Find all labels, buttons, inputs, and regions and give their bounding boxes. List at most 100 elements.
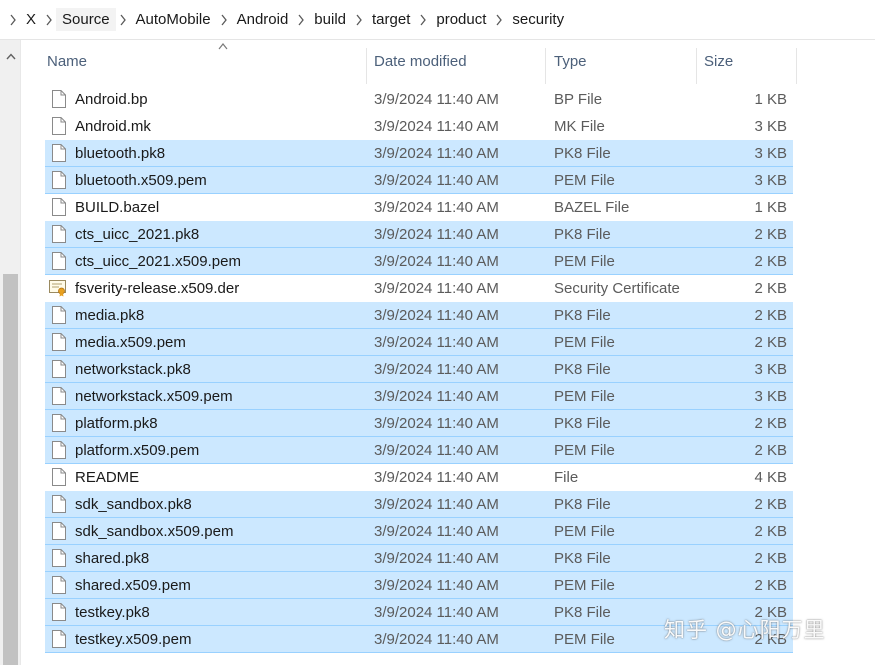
file-date-modified: 3/9/2024 11:40 AM	[374, 415, 499, 432]
file-row[interactable]: fsverity-release.x509.der 3/9/2024 11:40 …	[45, 275, 793, 302]
file-date-modified: 3/9/2024 11:40 AM	[374, 91, 499, 108]
file-type: PEM File	[554, 172, 615, 189]
breadcrumb-item-target[interactable]: target	[366, 8, 416, 31]
file-name: fsverity-release.x509.der	[75, 280, 240, 297]
chevron-right-icon[interactable]	[116, 14, 130, 26]
file-date-modified: 3/9/2024 11:40 AM	[374, 523, 499, 540]
file-date-modified: 3/9/2024 11:40 AM	[374, 280, 499, 297]
chevron-right-icon[interactable]	[6, 14, 20, 26]
file-date-modified: 3/9/2024 11:40 AM	[374, 118, 499, 135]
column-header-bar: Name Date modified Type Size	[21, 40, 875, 84]
file-icon	[52, 522, 66, 540]
file-date-modified: 3/9/2024 11:40 AM	[374, 469, 499, 486]
file-icon	[52, 630, 66, 648]
file-row[interactable]: bluetooth.pk8 3/9/2024 11:40 AM PK8 File 3 …	[45, 140, 793, 167]
file-date-modified: 3/9/2024 11:40 AM	[374, 631, 499, 648]
breadcrumb-root[interactable]: X	[20, 8, 42, 31]
chevron-right-icon[interactable]	[294, 14, 308, 26]
file-name: Android.bp	[75, 91, 148, 108]
file-row[interactable]: cts_uicc_2021.pk8 3/9/2024 11:40 AM PK8 Fi…	[45, 221, 793, 248]
file-type: Security Certificate	[554, 280, 680, 297]
breadcrumb-item-build[interactable]: build	[308, 8, 352, 31]
chevron-right-icon[interactable]	[352, 14, 366, 26]
file-type: BP File	[554, 91, 603, 108]
file-row[interactable]: platform.pk8 3/9/2024 11:40 AM PK8 File 2 K…	[45, 410, 793, 437]
file-date-modified: 3/9/2024 11:40 AM	[374, 307, 499, 324]
file-row[interactable]: sdk_sandbox.x509.pem 3/9/2024 11:40 AM PEM…	[45, 518, 793, 545]
file-icon	[52, 117, 66, 135]
breadcrumb-item-source[interactable]: Source	[56, 8, 116, 31]
chevron-right-icon[interactable]	[492, 14, 506, 26]
file-size: 1 KB	[754, 91, 787, 108]
breadcrumb-item-android[interactable]: Android	[231, 8, 295, 31]
file-name: networkstack.x509.pem	[75, 388, 233, 405]
file-row[interactable]: Android.mk 3/9/2024 11:40 AM MK File 3 KB	[45, 113, 793, 140]
file-row[interactable]: networkstack.pk8 3/9/2024 11:40 AM PK8 Fil…	[45, 356, 793, 383]
column-header-date-modified[interactable]: Date modified	[366, 48, 546, 84]
chevron-right-icon[interactable]	[42, 14, 56, 26]
file-icon	[52, 225, 66, 243]
file-type: PK8 File	[554, 307, 611, 324]
file-date-modified: 3/9/2024 11:40 AM	[374, 334, 499, 351]
file-size: 2 KB	[754, 550, 787, 567]
file-name: bluetooth.pk8	[75, 145, 166, 162]
file-icon	[52, 441, 66, 459]
file-name: cts_uicc_2021.pk8	[75, 226, 200, 243]
vertical-scrollbar[interactable]	[0, 40, 21, 665]
file-date-modified: 3/9/2024 11:40 AM	[374, 388, 499, 405]
file-row[interactable]: BUILD.bazel 3/9/2024 11:40 AM BAZEL File 1 …	[45, 194, 793, 221]
scrollbar-thumb[interactable]	[3, 274, 18, 665]
file-name: shared.pk8	[75, 550, 150, 567]
file-name: sdk_sandbox.x509.pem	[75, 523, 234, 540]
file-size: 2 KB	[754, 523, 787, 540]
file-type: MK File	[554, 118, 605, 135]
address-bar[interactable]: X Source AutoMobile Android build target…	[0, 0, 875, 40]
file-row[interactable]: sdk_sandbox.pk8 3/9/2024 11:40 AM PK8 File…	[45, 491, 793, 518]
file-size: 2 KB	[754, 577, 787, 594]
breadcrumb-item-automobile[interactable]: AutoMobile	[130, 8, 217, 31]
column-header-size[interactable]: Size	[696, 48, 797, 84]
file-row[interactable]: media.x509.pem 3/9/2024 11:40 AM PEM File 2…	[45, 329, 793, 356]
file-type: PEM File	[554, 631, 615, 648]
file-row[interactable]: cts_uicc_2021.x509.pem 3/9/2024 11:40 AM P…	[45, 248, 793, 275]
file-name: media.pk8	[75, 307, 145, 324]
file-icon	[52, 171, 66, 189]
file-size: 3 KB	[754, 361, 787, 378]
file-size: 3 KB	[754, 388, 787, 405]
column-header-type[interactable]: Type	[546, 48, 697, 84]
breadcrumb-item-product[interactable]: product	[430, 8, 492, 31]
file-type: File	[554, 469, 579, 486]
file-row[interactable]: bluetooth.x509.pem 3/9/2024 11:40 AM PEM F…	[45, 167, 793, 194]
column-header-name[interactable]: Name	[39, 48, 367, 84]
file-name: media.x509.pem	[75, 334, 186, 351]
file-size: 3 KB	[754, 172, 787, 189]
file-type: PK8 File	[554, 361, 611, 378]
file-row[interactable]: platform.x509.pem 3/9/2024 11:40 AM PEM Fi…	[45, 437, 793, 464]
file-type: PK8 File	[554, 226, 611, 243]
file-name: platform.pk8	[75, 415, 158, 432]
file-row[interactable]: networkstack.x509.pem 3/9/2024 11:40 AM PE…	[45, 383, 793, 410]
file-type: PK8 File	[554, 604, 611, 621]
file-row[interactable]: media.pk8 3/9/2024 11:40 AM PK8 File 2 KB	[45, 302, 793, 329]
file-icon	[52, 603, 66, 621]
file-name: shared.x509.pem	[75, 577, 191, 594]
file-date-modified: 3/9/2024 11:40 AM	[374, 577, 499, 594]
file-row[interactable]: README 3/9/2024 11:40 AM File 4 KB	[45, 464, 793, 491]
scroll-up-arrow-icon[interactable]	[0, 46, 21, 66]
file-row[interactable]: shared.x509.pem 3/9/2024 11:40 AM PEM File…	[45, 572, 793, 599]
breadcrumb-item-security[interactable]: security	[506, 8, 570, 31]
file-row[interactable]: Android.bp 3/9/2024 11:40 AM BP File 1 KB	[45, 86, 793, 113]
chevron-right-icon[interactable]	[217, 14, 231, 26]
file-name: cts_uicc_2021.x509.pem	[75, 253, 241, 270]
file-size: 3 KB	[754, 145, 787, 162]
file-icon	[52, 90, 66, 108]
file-icon	[52, 144, 66, 162]
file-icon	[52, 576, 66, 594]
file-icon	[52, 306, 66, 324]
file-name: platform.x509.pem	[75, 442, 200, 459]
file-date-modified: 3/9/2024 11:40 AM	[374, 604, 499, 621]
file-row[interactable]: shared.pk8 3/9/2024 11:40 AM PK8 File 2 KB	[45, 545, 793, 572]
file-type: BAZEL File	[554, 199, 630, 216]
file-name: README	[75, 469, 140, 486]
chevron-right-icon[interactable]	[416, 14, 430, 26]
